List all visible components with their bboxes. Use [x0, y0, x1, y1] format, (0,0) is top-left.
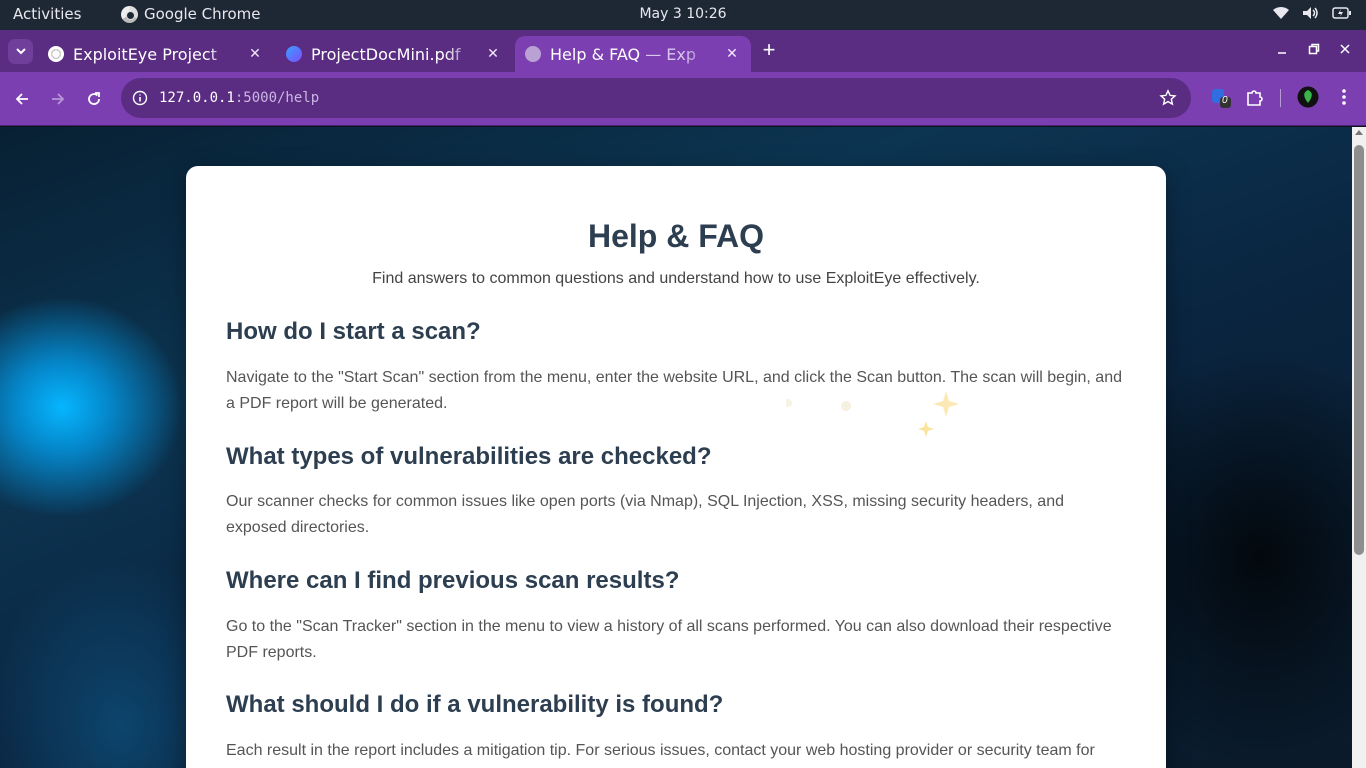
extension-badge-count: 0	[1222, 95, 1228, 106]
forward-arrow-icon	[52, 93, 65, 105]
page-viewport: Help & FAQ Find answers to common questi…	[0, 127, 1352, 768]
battery-icon	[1332, 7, 1351, 19]
extension-button[interactable]: 0	[1210, 87, 1232, 114]
chrome-menu-button[interactable]	[1337, 87, 1351, 112]
puzzle-icon	[1247, 90, 1263, 106]
extensions-menu-button[interactable]	[1245, 87, 1265, 112]
site-info-icon[interactable]	[123, 90, 157, 106]
minimize-button[interactable]	[1276, 42, 1288, 58]
tab-title: ProjectDocMini.pdf	[311, 44, 461, 64]
new-tab-button[interactable]: +	[758, 39, 780, 62]
maximize-button[interactable]	[1308, 42, 1320, 58]
reload-icon	[88, 92, 100, 105]
faq-card: Help & FAQ Find answers to common questi…	[186, 166, 1166, 768]
faq-answer: Our scanner checks for common issues lik…	[226, 493, 1064, 536]
page-subtitle: Find answers to common questions and und…	[372, 270, 980, 287]
app-name: Google Chrome	[144, 5, 261, 23]
faq-question: How do I start a scan?	[226, 318, 481, 345]
tab-help-faq[interactable]: Help & FAQ — Exp ✕	[515, 36, 751, 72]
more-vertical-icon	[1342, 89, 1346, 105]
minimize-icon	[1278, 52, 1286, 54]
tab-title: ExploitEye Project	[73, 44, 217, 64]
tab-projectdocmini-pdf[interactable]: ProjectDocMini.pdf ✕	[276, 36, 512, 72]
faq-question: Where can I find previous scan results?	[226, 567, 680, 594]
browser-toolbar: 127.0.0.1:5000/help 0	[0, 72, 1366, 126]
restore-icon	[1308, 43, 1320, 55]
openai-icon	[48, 46, 64, 62]
close-icon	[1340, 44, 1350, 54]
faq-answer: Go to the "Scan Tracker" section in the …	[226, 618, 1112, 661]
url-text[interactable]: 127.0.0.1:5000/help	[159, 90, 319, 106]
tab-title: Help & FAQ — Exp	[550, 44, 697, 64]
app-menu[interactable]: Google Chrome	[121, 5, 261, 23]
back-arrow-icon	[15, 93, 28, 105]
scroll-thumb[interactable]	[1354, 145, 1364, 555]
chevron-down-icon	[15, 48, 26, 55]
extension-badge-icon	[1212, 89, 1231, 108]
faq-answer: Each result in the report includes a mit…	[226, 742, 1095, 759]
faq-question: What should I do if a vulnerability is f…	[226, 691, 724, 718]
tab-exploiteye-project[interactable]: ExploitEye Project ✕	[38, 36, 274, 72]
close-tab-icon[interactable]: ✕	[484, 46, 502, 62]
bookmark-star-icon[interactable]	[1159, 89, 1177, 112]
forward-button[interactable]	[45, 86, 71, 112]
system-tray[interactable]	[1272, 6, 1352, 20]
close-tab-icon[interactable]: ✕	[246, 46, 264, 62]
avatar	[1297, 86, 1319, 108]
clock[interactable]: May 3 10:26	[639, 6, 726, 22]
activities-button[interactable]: Activities	[13, 5, 81, 23]
page-title: Help & FAQ	[587, 218, 764, 254]
system-top-bar: Activities Google Chrome May 3 10:26	[0, 0, 1366, 30]
close-window-button[interactable]	[1339, 42, 1351, 58]
address-bar[interactable]: 127.0.0.1:5000/help	[121, 78, 1191, 118]
volume-icon	[1303, 7, 1318, 19]
close-tab-icon[interactable]: ✕	[723, 46, 741, 62]
tab-strip: ExploitEye Project ✕ ProjectDocMini.pdf …	[0, 30, 1366, 72]
wifi-icon	[1273, 6, 1289, 19]
globe-icon	[525, 46, 541, 62]
page-scrollbar[interactable]	[1352, 127, 1366, 768]
chrome-icon	[121, 5, 138, 23]
reload-button[interactable]	[81, 86, 107, 112]
back-button[interactable]	[9, 86, 35, 112]
scroll-up-arrow-icon[interactable]	[1355, 130, 1363, 135]
toolbar-divider	[1280, 89, 1281, 107]
profile-button[interactable]	[1297, 86, 1319, 113]
pdf-viewer-icon	[286, 46, 302, 62]
faq-question: What types of vulnerabilities are checke…	[226, 443, 712, 470]
faq-answer: Navigate to the "Start Scan" section fro…	[226, 369, 1122, 412]
tab-search-button[interactable]	[8, 39, 33, 64]
